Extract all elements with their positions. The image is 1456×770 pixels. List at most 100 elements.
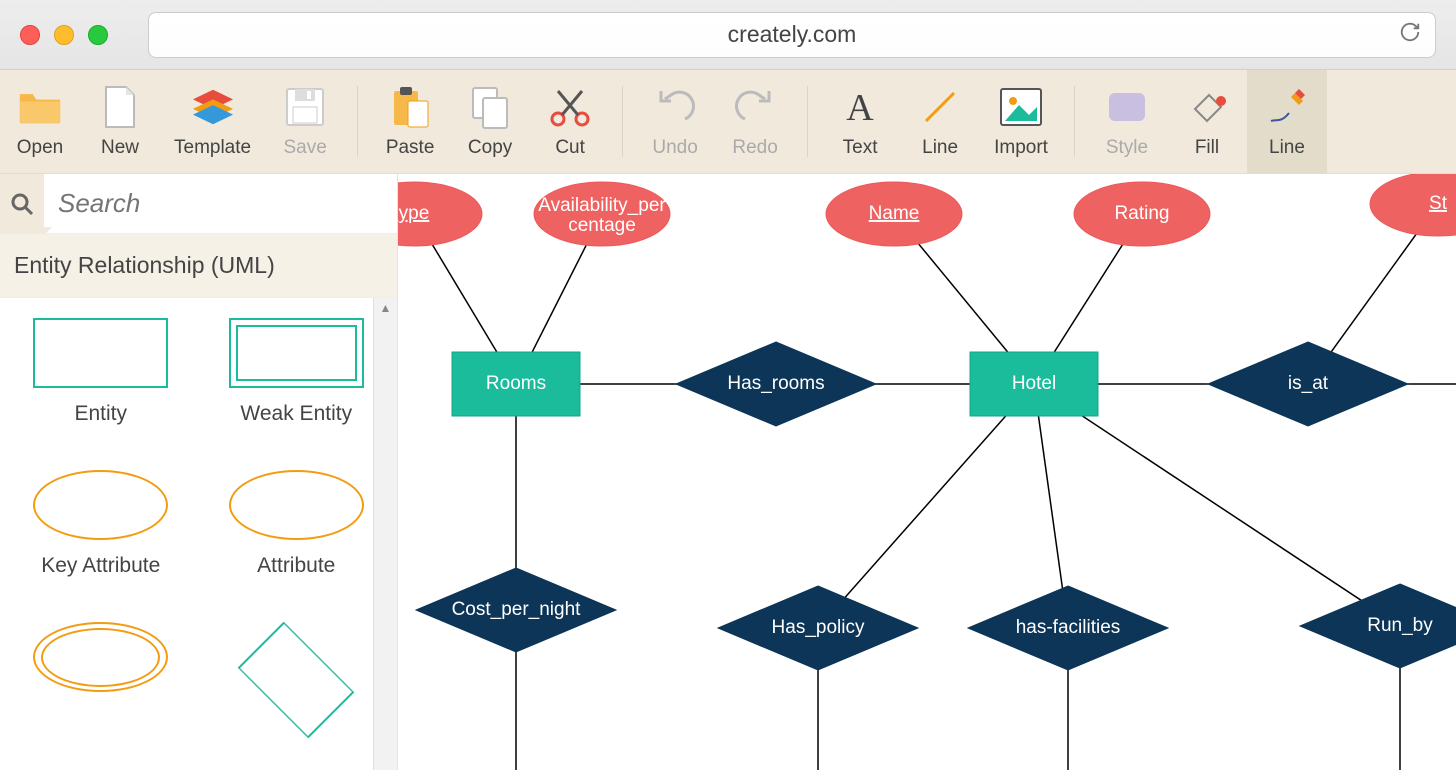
node-entity-rooms[interactable]: Rooms (452, 352, 580, 416)
shapes-palette: Entity Weak Entity Key Attribute Attribu… (0, 298, 397, 770)
node-entity-hotel[interactable]: Hotel (970, 352, 1098, 416)
node-relationship-is_at[interactable]: is_at (1208, 342, 1408, 426)
shape-attribute[interactable]: Attribute (202, 470, 392, 598)
redo-button[interactable]: Redo (715, 70, 795, 173)
node-relationship-has_facilities[interactable]: has-facilities (968, 586, 1168, 670)
line-icon (918, 85, 962, 129)
diagram-svg[interactable]: ype Availability_percentage Name Rating St Ro… (398, 174, 1456, 770)
tool-label: Line (1269, 137, 1305, 159)
shapes-sidebar: Entity Relationship (UML) Entity Weak En… (0, 174, 398, 770)
tool-label: New (101, 137, 139, 159)
window-controls (20, 25, 108, 45)
toolbar-separator (622, 86, 623, 157)
redo-icon (733, 85, 777, 129)
tool-label: Fill (1195, 137, 1219, 159)
shape-label: Key Attribute (41, 554, 160, 578)
multivalued-attribute-shape-icon (33, 622, 168, 692)
node-attribute-rating[interactable]: Rating (1074, 182, 1210, 246)
fill-icon (1185, 85, 1229, 129)
node-relationship-cost_per_night[interactable]: Cost_per_night (416, 568, 616, 652)
maximize-window-button[interactable] (88, 25, 108, 45)
svg-text:Hotel: Hotel (1012, 373, 1056, 394)
image-icon (999, 85, 1043, 129)
key-attribute-shape-icon (33, 470, 168, 540)
tool-label: Copy (468, 137, 512, 159)
shape-relationship[interactable] (202, 622, 392, 750)
address-bar[interactable]: creately.com (148, 12, 1436, 58)
paste-icon (388, 85, 432, 129)
shape-label: Entity (74, 402, 127, 426)
refresh-icon[interactable] (1399, 21, 1421, 49)
search-input[interactable] (44, 188, 397, 219)
node-attribute-avail[interactable]: Availability_percentage (534, 182, 670, 246)
svg-text:ype: ype (399, 203, 430, 224)
tool-label: Paste (386, 137, 435, 159)
svg-text:centage: centage (568, 215, 636, 236)
tool-label: Line (922, 137, 958, 159)
style-button[interactable]: Style (1087, 70, 1167, 173)
shape-multivalued-attribute[interactable] (6, 622, 196, 750)
import-button[interactable]: Import (980, 70, 1062, 173)
undo-icon (653, 85, 697, 129)
toolbar-separator (357, 86, 358, 157)
shape-weak-entity[interactable]: Weak Entity (202, 318, 392, 446)
entity-shape-icon (33, 318, 168, 388)
shapes-panel-title[interactable]: Entity Relationship (UML) (0, 234, 397, 298)
workspace: Entity Relationship (UML) Entity Weak En… (0, 174, 1456, 770)
browser-chrome: creately.com (0, 0, 1456, 70)
search-icon[interactable] (0, 174, 44, 234)
tool-label: Open (17, 137, 63, 159)
copy-icon (468, 85, 512, 129)
line-button[interactable]: Line (900, 70, 980, 173)
line-tool-button[interactable]: Line (1247, 70, 1327, 173)
new-document-icon (98, 85, 142, 129)
undo-button[interactable]: Undo (635, 70, 715, 173)
close-window-button[interactable] (20, 25, 40, 45)
minimize-window-button[interactable] (54, 25, 74, 45)
copy-button[interactable]: Copy (450, 70, 530, 173)
tool-label: Redo (732, 137, 777, 159)
attribute-shape-icon (229, 470, 364, 540)
sidebar-scrollbar[interactable]: ▲ (373, 298, 397, 770)
diagram-canvas[interactable]: ype Availability_percentage Name Rating St Ro… (398, 174, 1456, 770)
new-button[interactable]: New (80, 70, 160, 173)
svg-text:A: A (846, 87, 874, 127)
tool-label: Import (994, 137, 1048, 159)
pencil-line-icon (1265, 85, 1309, 129)
weak-entity-shape-icon (229, 318, 364, 388)
node-relationship-has_policy[interactable]: Has_policy (718, 586, 918, 670)
toolbar-separator (1074, 86, 1075, 157)
tool-label: Style (1106, 137, 1148, 159)
scroll-up-arrow-icon[interactable]: ▲ (374, 298, 397, 318)
save-button[interactable]: Save (265, 70, 345, 173)
template-button[interactable]: Template (160, 70, 265, 173)
tool-label: Cut (555, 137, 585, 159)
save-icon (283, 85, 327, 129)
shape-key-attribute[interactable]: Key Attribute (6, 470, 196, 598)
svg-text:Rooms: Rooms (486, 373, 546, 394)
tool-label: Text (843, 137, 878, 159)
style-icon (1105, 85, 1149, 129)
open-button[interactable]: Open (0, 70, 80, 173)
fill-button[interactable]: Fill (1167, 70, 1247, 173)
cut-button[interactable]: Cut (530, 70, 610, 173)
paste-button[interactable]: Paste (370, 70, 450, 173)
shape-label: Attribute (257, 554, 335, 578)
node-relationship-has_rooms[interactable]: Has_rooms (676, 342, 876, 426)
url-text: creately.com (728, 21, 857, 48)
relationship-shape-icon (238, 622, 355, 739)
shape-entity[interactable]: Entity (6, 318, 196, 446)
text-icon: A (838, 85, 882, 129)
text-button[interactable]: A Text (820, 70, 900, 173)
svg-text:Rating: Rating (1115, 203, 1170, 224)
svg-text:St: St (1429, 193, 1448, 214)
node-attribute-type[interactable]: ype (398, 182, 482, 246)
node-relationship-run_by[interactable]: Run_by (1300, 584, 1456, 668)
node-attribute-st[interactable]: St (1370, 174, 1456, 236)
template-icon (191, 85, 235, 129)
svg-text:Availability_per: Availability_per (538, 195, 666, 216)
svg-text:Has_policy: Has_policy (772, 617, 865, 638)
svg-text:is_at: is_at (1288, 373, 1329, 394)
svg-text:Run_by: Run_by (1367, 615, 1433, 636)
node-attribute-name[interactable]: Name (826, 182, 962, 246)
